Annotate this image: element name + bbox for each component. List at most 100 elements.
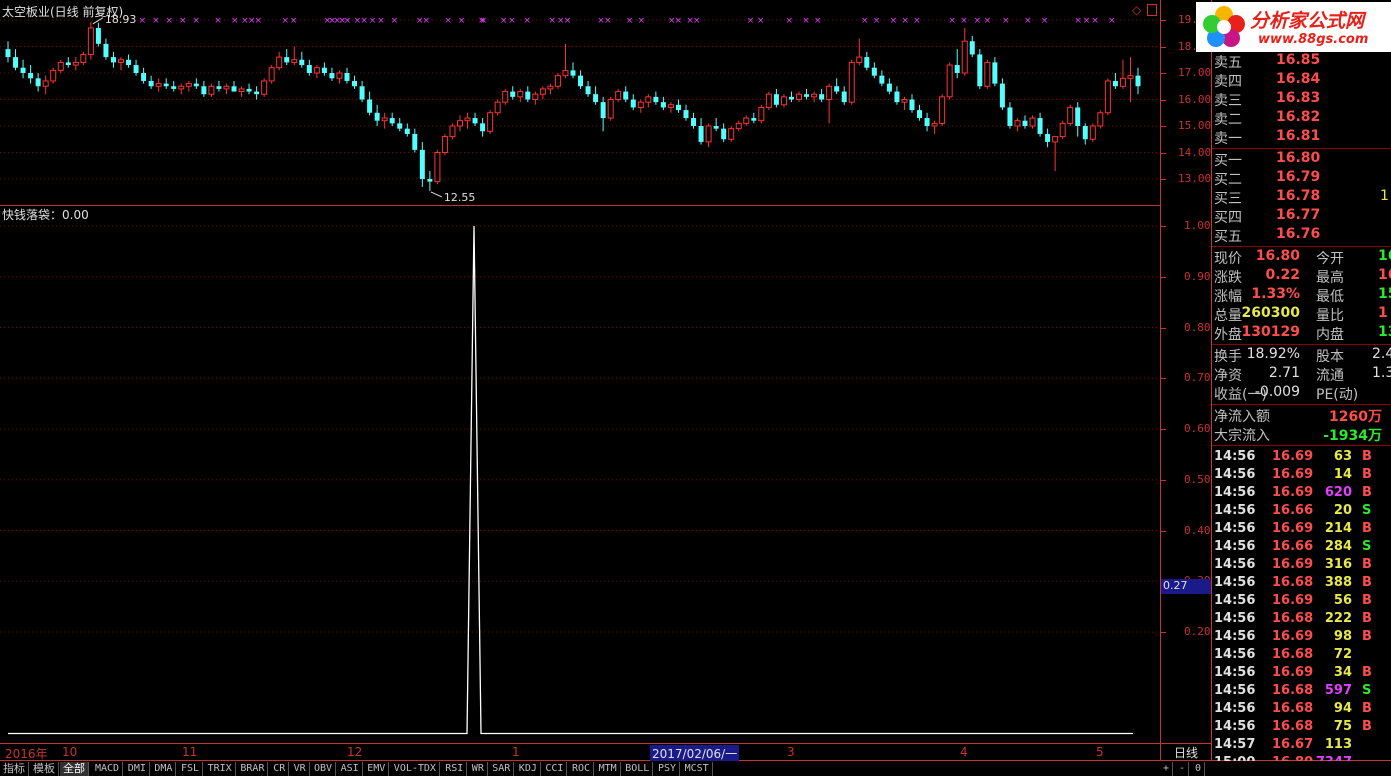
tick-row: 14:56 16.68 72	[1212, 647, 1391, 665]
bid-row[interactable]: 买一 16.80	[1212, 150, 1391, 169]
tick-row: 14:56 16.69 316 B	[1212, 557, 1391, 575]
quote-value: 16	[1378, 248, 1391, 264]
candle-body	[780, 96, 787, 106]
candle-body	[291, 59, 298, 63]
candle-body	[796, 93, 802, 100]
tick-volume: 113	[1324, 737, 1352, 752]
cursor-value-badge: 0.27	[1161, 579, 1211, 594]
candle-body	[441, 136, 448, 154]
candle-body	[171, 86, 177, 89]
zoom-out-button[interactable]: -	[1176, 762, 1190, 776]
candle-body	[1089, 125, 1096, 140]
bid-row[interactable]: 买二 16.79	[1212, 169, 1391, 188]
toolbar-button-template[interactable]: 模板	[30, 762, 59, 776]
indicator-tick-mark	[1160, 378, 1166, 380]
reset-zoom-button[interactable]: 0	[1192, 762, 1206, 776]
candle-body	[879, 75, 885, 84]
candle-body	[660, 102, 666, 108]
main-chart[interactable]: × × × × × × × × × × × × ××××× × × × × × × × × × ×× × × × × × × × × × × × ×…	[0, 0, 1160, 744]
signal-marker: ×	[290, 16, 298, 26]
tick-side: S	[1362, 503, 1372, 518]
indicator-tick: 0.50	[1184, 472, 1211, 486]
toolbar-button-kdj[interactable]: KDJ	[516, 762, 541, 776]
bid-price: 16.77	[1276, 207, 1321, 223]
toolbar-button-mtm[interactable]: MTM	[596, 762, 621, 776]
signal-marker: ×	[523, 16, 531, 26]
ask-row[interactable]: 卖五 16.85	[1212, 52, 1391, 71]
toolbar-button-cr[interactable]: CR	[270, 762, 290, 776]
tick-row: 14:56 16.68 388 B	[1212, 575, 1391, 593]
toolbar-button-boll[interactable]: BOLL	[622, 762, 654, 776]
candle-body	[735, 122, 742, 130]
candle-body	[1052, 136, 1059, 143]
fundamental-row: 净资 2.71 流通 1.3	[1212, 365, 1391, 384]
x-label: 3	[787, 745, 795, 759]
candle-body	[13, 57, 19, 68]
indicator-label: 快钱落袋：0.00	[2, 208, 89, 222]
signal-marker: ×	[873, 16, 881, 26]
toolbar-button-dmi[interactable]: DMI	[125, 762, 150, 776]
toolbar-button-dma[interactable]: DMA	[151, 762, 177, 776]
toolbar-button-wr[interactable]: WR	[469, 762, 488, 776]
period-label[interactable]: 日线	[1162, 744, 1210, 760]
tick-volume: 34	[1333, 665, 1352, 680]
ask-row[interactable]: 卖一 16.81	[1212, 128, 1391, 147]
candle-body	[246, 88, 252, 92]
toolbar-button-sar[interactable]: SAR	[489, 762, 515, 776]
bid-level-label: 买四	[1214, 210, 1242, 226]
ask-row[interactable]: 卖四 16.84	[1212, 71, 1391, 90]
candle-body	[155, 83, 162, 87]
price-tick-mark	[1160, 20, 1166, 21]
signal-marker: ×	[675, 16, 683, 26]
toolbar-button-vr[interactable]: VR	[291, 762, 310, 776]
toolbar-button-vol-tdx[interactable]: VOL-TDX	[391, 762, 440, 776]
tick-side: B	[1362, 521, 1372, 536]
ask-row[interactable]: 卖三 16.83	[1212, 90, 1391, 109]
candle-body	[600, 102, 606, 119]
tick-row: 14:56 16.66 20 S	[1212, 503, 1391, 521]
candle-body	[946, 64, 953, 98]
bid-row[interactable]: 买五 16.76	[1212, 226, 1391, 245]
zoom-in-button[interactable]: +	[1160, 762, 1174, 776]
toolbar-button-rsi[interactable]: RSI	[442, 762, 468, 776]
toolbar-button-mcst[interactable]: MCST	[682, 762, 713, 776]
tick-row: 14:56 16.68 222 B	[1212, 611, 1391, 629]
tick-volume: 20	[1333, 503, 1352, 518]
toolbar-button-roc[interactable]: ROC	[569, 762, 595, 776]
candle-body	[698, 126, 704, 142]
indicator-tick: 0.70	[1184, 371, 1211, 385]
toolbar-button-obv[interactable]: OBV	[311, 762, 337, 776]
toolbar-button-all[interactable]: 全部	[60, 762, 89, 776]
toolbar-button-fsl[interactable]: FSL	[178, 762, 204, 776]
indicator-tick-mark	[1160, 530, 1166, 532]
bid-volume: 1	[1380, 188, 1389, 204]
ask-row[interactable]: 卖二 16.82	[1212, 109, 1391, 128]
signal-marker: ×	[377, 16, 385, 26]
toolbar-button-emv[interactable]: EMV	[364, 762, 390, 776]
toolbar-button-trix[interactable]: TRIX	[205, 762, 236, 776]
candle-body	[547, 85, 554, 90]
toolbar-button-macd[interactable]: MACD	[92, 762, 124, 776]
signal-marker: ×	[1108, 16, 1116, 26]
candle-body	[472, 118, 478, 124]
toolbar-button-indicator[interactable]: 指标	[0, 762, 29, 776]
x-label: 10	[62, 745, 78, 759]
signal-marker: ×	[231, 16, 239, 26]
toolbar-button-brar[interactable]: BRAR	[237, 762, 269, 776]
quote-row: 外盘130129内盘130	[1212, 324, 1391, 343]
candle-body	[35, 78, 41, 87]
fundamental-row: 收益(一) -0.009 PE(动)	[1212, 384, 1391, 403]
toolbar-button-psy[interactable]: PSY	[655, 762, 681, 776]
signal-marker: ×	[1002, 16, 1010, 26]
candle-body	[352, 80, 358, 87]
toolbar-button-asi[interactable]: ASI	[338, 762, 363, 776]
bid-row[interactable]: 买四 16.77	[1212, 207, 1391, 226]
candle-body	[894, 91, 900, 103]
signal-marker: ×	[984, 16, 992, 26]
toolbar-button-cci[interactable]: CCI	[542, 762, 568, 776]
bid-row[interactable]: 买三 16.78 1	[1212, 188, 1391, 207]
signal-marker: ×	[638, 16, 646, 26]
bid-price: 16.78	[1276, 188, 1321, 204]
candle-body	[201, 86, 207, 95]
candle-body	[1135, 75, 1141, 87]
